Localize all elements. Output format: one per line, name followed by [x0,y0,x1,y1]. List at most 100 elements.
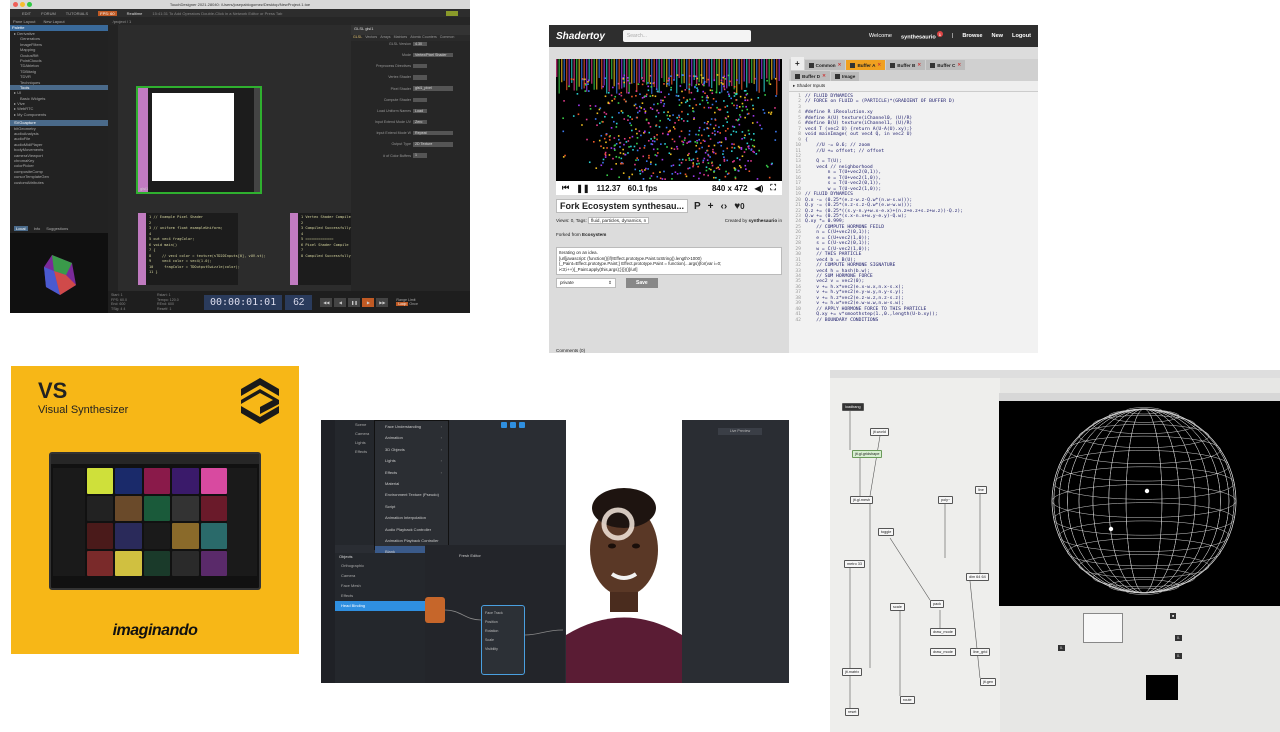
material-graph[interactable]: Fresh Editor Face Track Position Rotation S… [425,545,565,683]
camera-tool-icon[interactable] [510,422,516,428]
max-object[interactable]: reset [845,708,860,716]
close-tab-icon[interactable]: ✕ [957,62,961,68]
max-object[interactable]: jit.gl.mesh [850,496,874,504]
add-tab-button[interactable]: + [791,57,804,70]
number-box[interactable]: 0. [1058,645,1065,651]
perform-mode-button[interactable] [446,10,458,16]
menu-item[interactable]: Animation [375,432,448,444]
code-editor[interactable]: 1 2 3 4 5 6 7 8 9 10 11 12 13 14 15 16 1… [789,92,1038,323]
menu-item[interactable]: Effects [375,467,448,479]
menu-item[interactable]: Face Understanding [375,421,448,433]
face-track-node[interactable]: Face Track Position Rotation Scale Visibilit… [481,605,525,675]
param-value[interactable]: Vertex/Pixel Shader [413,52,453,58]
glsl-top-node[interactable]: glsl1 [136,86,262,194]
loop-option[interactable]: Loop [396,302,409,306]
code-text[interactable]: // FLUID DYNAMICS // FORCE on FLUID = (P… [805,94,963,323]
user-link[interactable]: synthesaurio1 [901,31,943,41]
tab-info[interactable]: Info [34,226,41,231]
menu-item[interactable]: Script [375,501,448,512]
pane-layout-label[interactable]: Pane Layout [13,19,35,24]
reset-button[interactable]: ⏮ [562,183,569,193]
save-button[interactable]: Save [626,278,658,288]
param-tab[interactable]: Matrices [394,35,408,41]
logout-link[interactable]: Logout [1012,33,1031,39]
patcher-canvas[interactable]: loadbang jit.world jit.gl.gridshape jit.gl.… [830,378,1000,732]
preview-tool-icon[interactable] [501,422,507,428]
menu-item[interactable]: Lights [375,455,448,467]
param-value[interactable]: 2D Texture [413,142,453,147]
play-button[interactable]: ▶ [362,297,375,307]
param-tab[interactable]: Atomic Counters [410,35,437,41]
tab-buffer-b[interactable]: Buffer B ✕ [886,60,926,70]
max-object[interactable]: toggle [878,528,895,536]
embed-icon[interactable]: ‹› [721,201,728,212]
param-tab[interactable]: GLSL [353,35,362,41]
shader-inputs-toggle[interactable]: ▸ Shader Inputs [789,81,1038,92]
menu-edit[interactable]: EDIT [22,11,31,16]
pause-button[interactable]: ❚❚ [576,184,589,193]
menu-forum[interactable]: FORUM [41,11,56,16]
param-value[interactable] [413,63,427,69]
tab-local[interactable]: Local [14,226,28,231]
param-value[interactable]: Repeat [413,131,453,136]
menu-item[interactable]: Audio Playback Controller [375,524,448,535]
menu-tutorials[interactable]: TUTORIALS [66,11,88,16]
component-item[interactable]: customAttributes [10,180,108,185]
tab-common[interactable]: Common ✕ [804,60,846,70]
tab-buffer-a[interactable]: Buffer A ✕ [846,60,886,70]
tab-suggestions[interactable]: Suggestions [46,226,68,231]
max-object[interactable]: pack [930,600,945,608]
max-object[interactable]: route [900,696,915,704]
max-object[interactable]: loadbang [842,403,864,411]
timecode-display[interactable]: 00:00:01:01 [204,294,283,310]
object-row[interactable]: Orthographic [335,561,425,571]
shader-title-input[interactable]: Fork Ecosystem synthesau... [556,199,688,213]
object-row[interactable]: Head Binding [335,601,425,611]
max-object[interactable]: scale [890,603,905,611]
param-value[interactable]: 1 [413,153,427,158]
fullscreen-icon[interactable]: ⛶ [770,183,776,193]
object-row[interactable]: Camera [335,571,425,581]
menu-item[interactable]: Material [375,478,448,489]
visibility-select[interactable]: private ⇕ [556,278,616,288]
close-tab-icon[interactable]: ✕ [838,62,842,68]
max-object[interactable]: dim 64 64 [966,573,989,581]
param-tab[interactable]: Common [440,35,455,41]
max-object[interactable]: jit.gen [980,678,997,686]
close-tab-icon[interactable]: ✕ [822,73,826,79]
max-object[interactable]: jit.matrix [842,668,863,676]
param-value[interactable] [413,97,427,102]
once-option[interactable]: Once [409,302,418,306]
pixel-shader-dat[interactable]: 1 // Example Pixel Shader 2 3 // uniform… [138,213,266,285]
number-box-3[interactable]: 0. [1175,653,1182,659]
volume-icon[interactable]: ◀) [755,184,764,193]
param-value[interactable]: glsl1_pixel [413,86,453,91]
line-grid-object[interactable]: line_grid [970,648,991,656]
param-value[interactable]: Zero [413,119,427,125]
object-row[interactable]: Effects [335,591,425,601]
author-link[interactable]: synthesaurio [749,218,778,223]
scene-tool-icon[interactable] [519,422,525,428]
toggle-box[interactable]: ■ [1170,613,1177,619]
network-editor[interactable]: glsl1 1 // Example Pixel Shader 2 3 // u… [108,25,380,313]
max-object[interactable]: jit.gl.gridshape [852,450,883,458]
like-icon[interactable]: ♥0 [734,201,744,212]
rewind-button[interactable]: ◀◀ [320,297,333,307]
max-object[interactable]: jit.world [870,428,889,436]
shadertoy-logo[interactable]: Shadertoy [556,31,605,42]
number-box-2[interactable]: 0. [1175,635,1182,641]
search-input[interactable]: Search... [622,30,751,42]
publish-icon[interactable]: P [694,201,701,212]
forked-link[interactable]: Ecosystem [582,232,606,237]
step-forward-button[interactable]: ▶▶ [376,297,389,307]
new-layout-label[interactable]: New Layout [43,19,64,24]
shader-canvas[interactable] [556,59,782,181]
network-path[interactable]: /project / 1 [113,19,132,24]
patch-panel[interactable] [1083,613,1123,643]
step-back-button[interactable]: ◀ [334,297,347,307]
add-icon[interactable]: + [708,201,714,212]
close-tab-icon[interactable]: ✕ [917,62,921,68]
notification-badge[interactable]: 1 [936,31,943,38]
tab-image[interactable]: Image [830,72,860,81]
param-value[interactable] [413,75,427,80]
